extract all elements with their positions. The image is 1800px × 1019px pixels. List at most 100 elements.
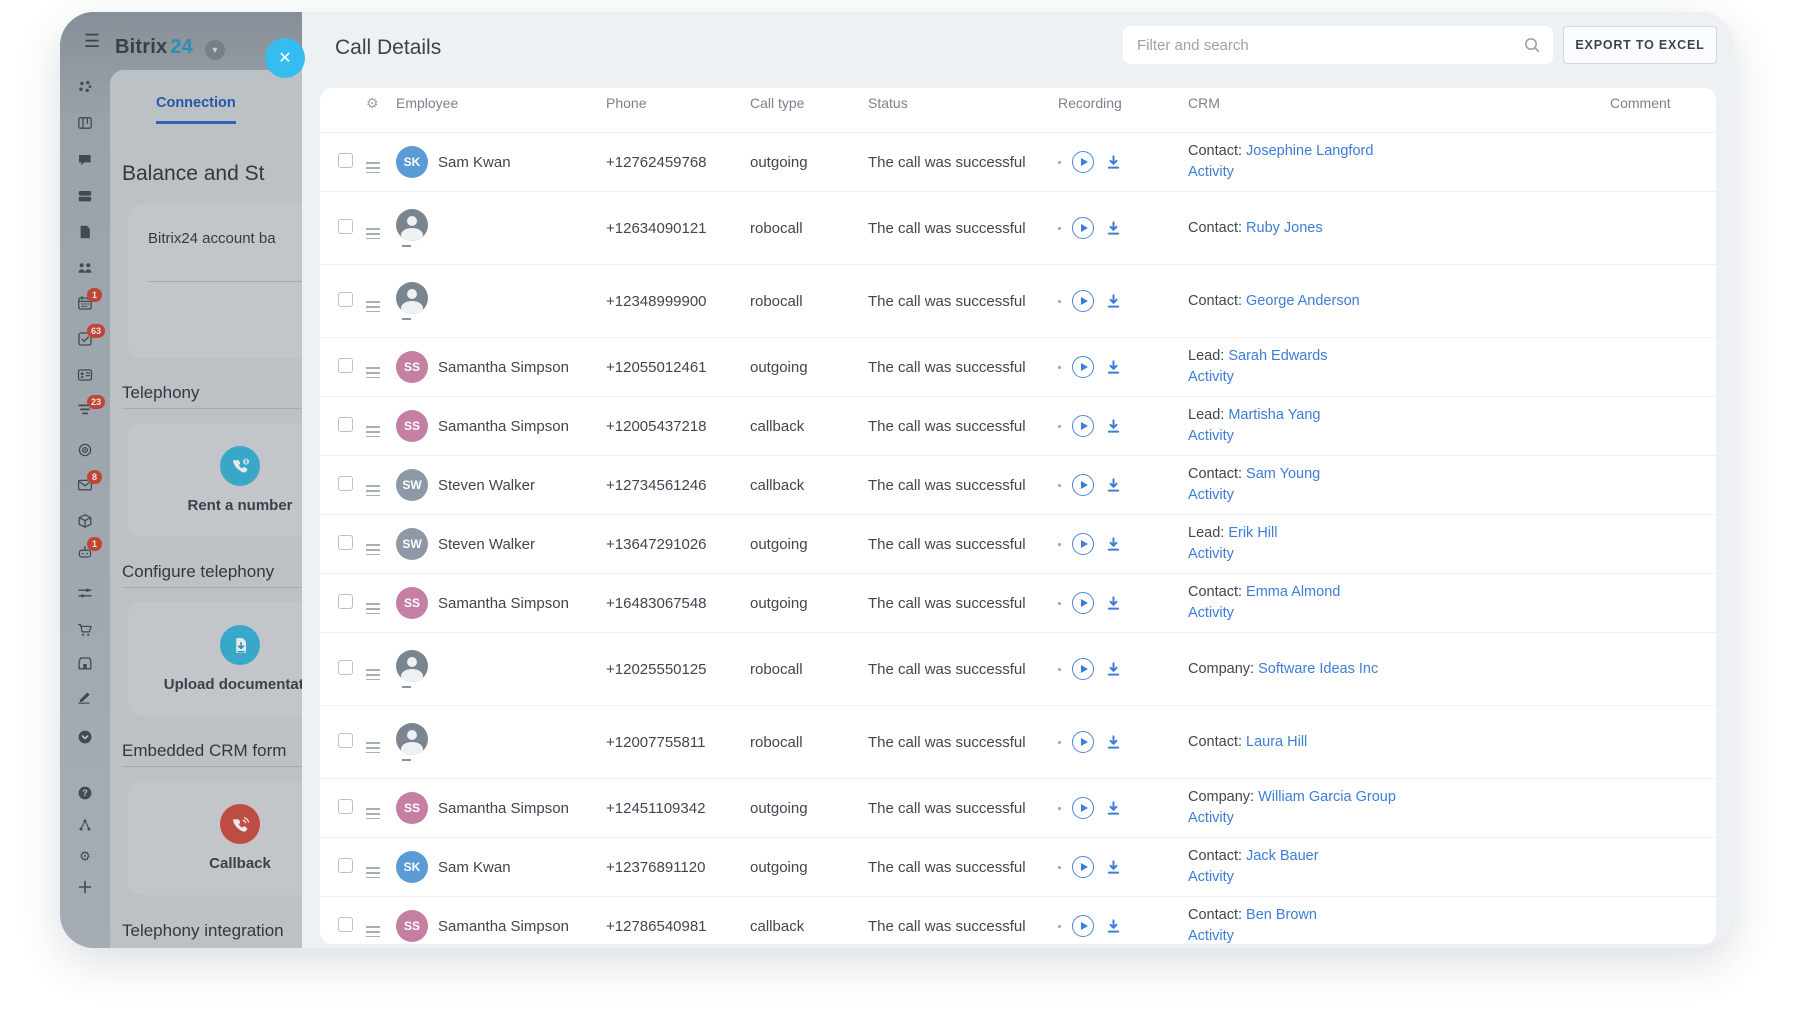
download-recording-icon[interactable] [1105, 595, 1122, 612]
row-checkbox[interactable] [338, 659, 353, 675]
row-checkbox[interactable] [338, 732, 353, 748]
settings-gear-icon[interactable]: ⚙ [77, 848, 93, 864]
download-recording-icon[interactable] [1105, 418, 1122, 435]
calendar-icon[interactable]: 1 [77, 288, 102, 311]
download-recording-icon[interactable] [1105, 220, 1122, 237]
play-recording-button[interactable] [1072, 658, 1094, 680]
row-checkbox[interactable] [338, 218, 353, 234]
row-menu-icon[interactable] [366, 669, 380, 681]
play-recording-button[interactable] [1072, 592, 1094, 614]
column-settings-gear-icon[interactable]: ⚙ [366, 95, 396, 112]
integrations-icon[interactable] [77, 817, 93, 833]
crm-entity-link[interactable]: Martisha Yang [1228, 407, 1320, 423]
chat-icon[interactable] [77, 152, 93, 168]
column-recording[interactable]: Recording [1058, 95, 1188, 111]
crm-entity-link[interactable]: Josephine Langford [1246, 143, 1373, 159]
crm-activity-link[interactable]: Activity [1188, 808, 1610, 829]
row-menu-icon[interactable] [366, 742, 380, 754]
row-menu-icon[interactable] [366, 228, 380, 240]
row-checkbox[interactable] [338, 916, 353, 932]
play-recording-button[interactable] [1072, 290, 1094, 312]
tab-connection[interactable]: Connection [156, 95, 236, 124]
row-checkbox[interactable] [338, 152, 353, 168]
contact-card-icon[interactable] [77, 367, 93, 383]
crm-entity-link[interactable]: Ben Brown [1246, 907, 1317, 923]
logo-chevron-icon[interactable]: ▾ [205, 40, 225, 60]
sign-pen-icon[interactable] [77, 689, 93, 705]
crm-activity-link[interactable]: Activity [1188, 867, 1610, 888]
play-recording-button[interactable] [1072, 915, 1094, 937]
column-status[interactable]: Status [868, 95, 1058, 111]
download-recording-icon[interactable] [1105, 918, 1122, 935]
crm-activity-link[interactable]: Activity [1188, 485, 1610, 506]
download-recording-icon[interactable] [1105, 661, 1122, 678]
crm-entity-link[interactable]: Software Ideas Inc [1258, 661, 1378, 677]
crm-entity-link[interactable]: Emma Almond [1246, 584, 1340, 600]
panel-card-upload-documentat-[interactable]: Upload documentat... [128, 602, 302, 716]
more-chevron-icon[interactable] [77, 729, 93, 745]
dots-cluster-icon[interactable] [77, 79, 93, 95]
column-phone[interactable]: Phone [606, 95, 750, 111]
download-recording-icon[interactable] [1105, 800, 1122, 817]
crm-entity-link[interactable]: Laura Hill [1246, 734, 1307, 750]
play-recording-button[interactable] [1072, 356, 1094, 378]
download-recording-icon[interactable] [1105, 154, 1122, 171]
document-icon[interactable] [77, 224, 93, 240]
add-plus-icon[interactable] [77, 879, 93, 895]
play-recording-button[interactable] [1072, 151, 1094, 173]
play-recording-button[interactable] [1072, 217, 1094, 239]
crm-entity-link[interactable]: Erik Hill [1228, 525, 1277, 541]
column-comment[interactable]: Comment [1610, 95, 1716, 111]
export-to-excel-button[interactable]: EXPORT TO EXCEL [1563, 26, 1717, 64]
column-employee[interactable]: Employee [396, 95, 606, 111]
play-recording-button[interactable] [1072, 474, 1094, 496]
kanban-icon[interactable] [77, 115, 93, 131]
crm-activity-link[interactable]: Activity [1188, 162, 1610, 183]
row-menu-icon[interactable] [366, 162, 380, 174]
ai-robot-icon[interactable]: 1 [77, 537, 102, 560]
column-crm[interactable]: CRM [1188, 95, 1610, 111]
row-menu-icon[interactable] [366, 367, 380, 379]
crm-funnel-icon[interactable]: 23 [77, 395, 106, 418]
play-recording-button[interactable] [1072, 533, 1094, 555]
crm-activity-link[interactable]: Activity [1188, 426, 1610, 447]
row-checkbox[interactable] [338, 593, 353, 609]
download-recording-icon[interactable] [1105, 536, 1122, 553]
product-cube-icon[interactable] [77, 513, 93, 529]
panel-card-rent-a-number[interactable]: $ Rent a number [128, 423, 302, 537]
main-menu-icon[interactable]: ☰ [84, 32, 100, 50]
automation-sliders-icon[interactable] [77, 585, 93, 601]
search-input[interactable] [1123, 26, 1553, 64]
row-menu-icon[interactable] [366, 544, 380, 556]
tasks-icon[interactable]: 63 [77, 324, 106, 347]
row-menu-icon[interactable] [366, 867, 380, 879]
row-menu-icon[interactable] [366, 426, 380, 438]
row-menu-icon[interactable] [366, 603, 380, 615]
row-checkbox[interactable] [338, 857, 353, 873]
download-recording-icon[interactable] [1105, 734, 1122, 751]
crm-activity-link[interactable]: Activity [1188, 367, 1610, 388]
row-checkbox[interactable] [338, 416, 353, 432]
crm-entity-link[interactable]: William Garcia Group [1258, 789, 1396, 805]
marketing-target-icon[interactable] [77, 442, 93, 458]
play-recording-button[interactable] [1072, 731, 1094, 753]
store-icon[interactable] [77, 655, 93, 671]
crm-entity-link[interactable]: Jack Bauer [1246, 848, 1319, 864]
row-checkbox[interactable] [338, 475, 353, 491]
panel-card-callback[interactable]: Callback [128, 781, 302, 895]
mail-icon[interactable]: 8 [77, 470, 102, 493]
row-checkbox[interactable] [338, 798, 353, 814]
download-recording-icon[interactable] [1105, 293, 1122, 310]
download-recording-icon[interactable] [1105, 859, 1122, 876]
crm-activity-link[interactable]: Activity [1188, 603, 1610, 624]
row-menu-icon[interactable] [366, 926, 380, 938]
row-menu-icon[interactable] [366, 485, 380, 497]
account-balance-card[interactable]: Bitrix24 account ba [128, 204, 302, 358]
row-checkbox[interactable] [338, 534, 353, 550]
play-recording-button[interactable] [1072, 415, 1094, 437]
crm-activity-link[interactable]: Activity [1188, 544, 1610, 565]
row-checkbox[interactable] [338, 357, 353, 373]
row-menu-icon[interactable] [366, 301, 380, 313]
row-menu-icon[interactable] [366, 808, 380, 820]
drive-icon[interactable] [77, 188, 93, 204]
